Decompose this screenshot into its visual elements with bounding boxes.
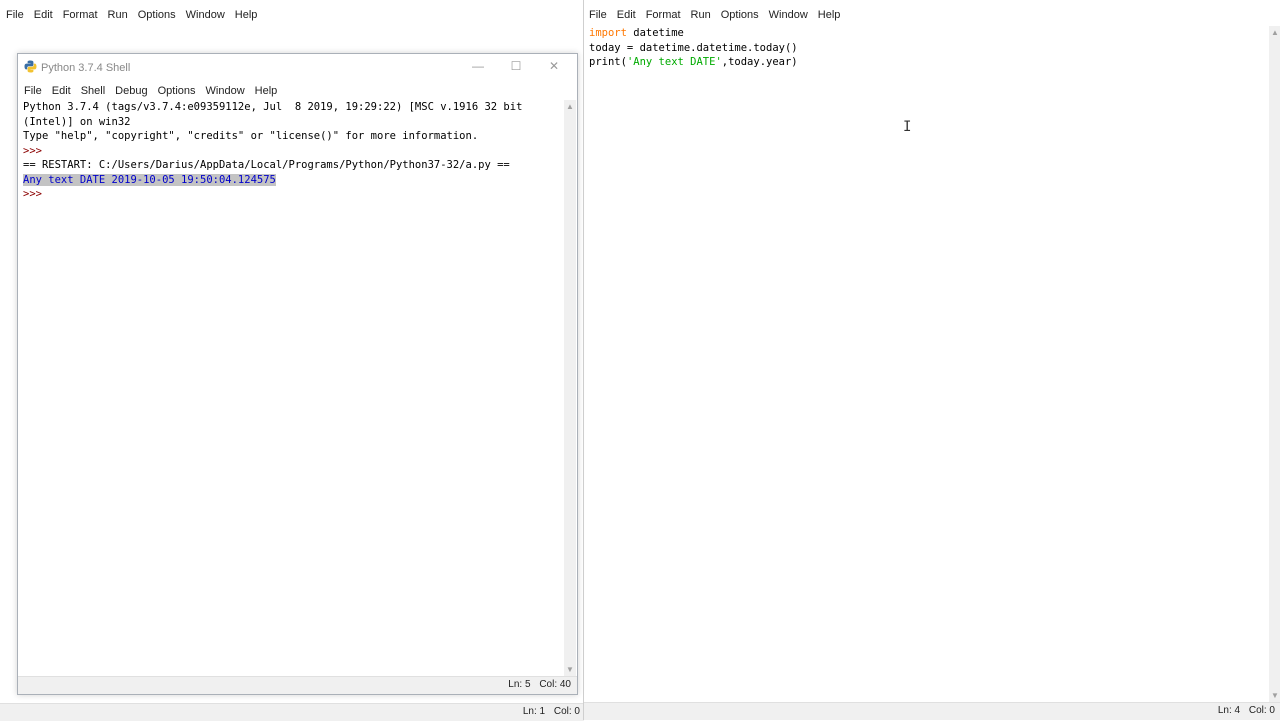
menu-format[interactable]: Format <box>641 7 686 23</box>
shell-banner-line: (Intel)] on win32 <box>23 115 131 128</box>
code-string: 'Any text DATE' <box>626 56 722 68</box>
editor-menubar: File Edit Format Run Options Window Help <box>584 7 845 23</box>
menu-file[interactable]: File <box>584 7 612 23</box>
shell-banner-line: Python 3.7.4 (tags/v3.7.4:e09359112e, Ju… <box>23 101 523 113</box>
menu-help[interactable]: Help <box>813 7 846 23</box>
menu-window[interactable]: Window <box>764 7 813 23</box>
shell-vertical-scrollbar[interactable]: ▲ ▼ <box>564 100 576 676</box>
editor-status-bar: Ln: 4 Col: 0 <box>584 702 1280 720</box>
shell-prompt: >>> <box>23 188 49 200</box>
menu-run[interactable]: Run <box>686 7 716 23</box>
shell-banner-line: Type "help", "copyright", "credits" or "… <box>23 130 479 142</box>
menu-help[interactable]: Help <box>230 7 263 23</box>
python-icon <box>24 60 37 73</box>
maximize-icon[interactable]: ☐ <box>501 59 531 73</box>
menu-shell[interactable]: Shell <box>76 83 110 99</box>
menu-options[interactable]: Options <box>153 83 201 99</box>
editor-vertical-scrollbar[interactable]: ▲ ▼ <box>1269 26 1280 702</box>
status-line: Ln: 5 <box>508 679 531 690</box>
status-column: Col: 0 <box>1248 705 1275 716</box>
scroll-down-icon[interactable]: ▼ <box>1271 691 1279 700</box>
menu-window[interactable]: Window <box>201 83 250 99</box>
background-window-menubar: File Edit Format Run Options Window Help <box>1 7 262 23</box>
status-line: Ln: 1 <box>522 706 546 717</box>
menu-format[interactable]: Format <box>58 7 103 23</box>
menu-run[interactable]: Run <box>103 7 133 23</box>
shell-prompt: >>> <box>23 144 49 157</box>
code-text: print( <box>589 56 627 68</box>
code-line: print('Any text DATE',today.year) <box>589 55 1267 70</box>
menu-options[interactable]: Options <box>716 7 764 23</box>
code-keyword: import <box>589 27 627 39</box>
menu-window[interactable]: Window <box>181 7 230 23</box>
scroll-up-icon[interactable]: ▲ <box>566 102 574 111</box>
window-title: Python 3.7.4 Shell <box>41 62 131 74</box>
background-window-status-bar: Ln: 1 Col: 0 <box>0 703 584 721</box>
shell-menubar: File Edit Shell Debug Options Window Hel… <box>19 83 282 99</box>
close-icon[interactable]: ✕ <box>539 59 569 73</box>
menu-file[interactable]: File <box>1 7 29 23</box>
menu-edit[interactable]: Edit <box>47 83 76 99</box>
shell-status-bar: Ln: 5 Col: 40 <box>18 676 577 694</box>
status-line: Ln: 4 <box>1217 705 1241 716</box>
text-cursor-ibeam-icon: I <box>903 119 912 135</box>
editor-window: File Edit Format Run Options Window Help… <box>583 0 1280 720</box>
menu-edit[interactable]: Edit <box>29 7 58 23</box>
menu-edit[interactable]: Edit <box>612 7 641 23</box>
menu-debug[interactable]: Debug <box>110 83 152 99</box>
shell-restart-line: == RESTART: C:/Users/Darius/AppData/Loca… <box>23 159 510 171</box>
menu-options[interactable]: Options <box>133 7 181 23</box>
menu-file[interactable]: File <box>19 83 47 99</box>
scroll-up-icon[interactable]: ▲ <box>1271 28 1279 37</box>
status-column: Col: 0 <box>553 706 580 717</box>
code-text: datetime <box>626 27 684 39</box>
status-column: Col: 40 <box>539 679 571 690</box>
code-line: today = datetime.datetime.today() <box>589 41 798 54</box>
menu-help[interactable]: Help <box>250 83 283 99</box>
code-line: import datetime <box>589 26 1267 41</box>
shell-output-selected: Any text DATE 2019-10-05 19:50:04.124575 <box>23 173 276 186</box>
shell-text-area[interactable]: Python 3.7.4 (tags/v3.7.4:e09359112e, Ju… <box>23 100 563 676</box>
python-shell-window: Python 3.7.4 Shell — ☐ ✕ File Edit Shell… <box>17 53 578 695</box>
scroll-down-icon[interactable]: ▼ <box>566 665 574 674</box>
shell-output-line: Any text DATE 2019-10-05 19:50:04.124575 <box>23 173 563 188</box>
editor-text-area[interactable]: import datetime today = datetime.datetime… <box>589 26 1267 702</box>
minimize-icon[interactable]: — <box>463 59 493 73</box>
shell-titlebar[interactable]: Python 3.7.4 Shell — ☐ ✕ <box>18 54 577 82</box>
code-text: ,today.year) <box>721 56 798 68</box>
